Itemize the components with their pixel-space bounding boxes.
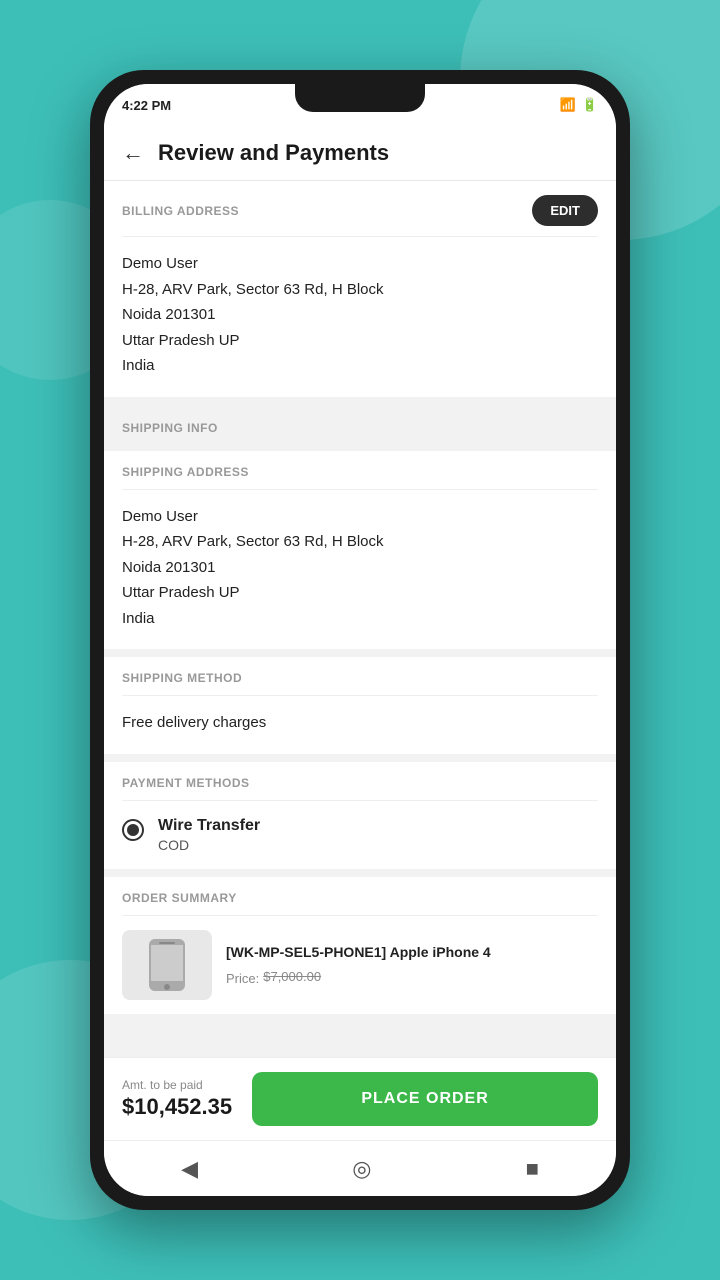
shipping-address-section: SHIPPING ADDRESS Demo User H-28, ARV Par… — [104, 451, 616, 650]
nav-bar: ◀ ◎ ■ — [104, 1140, 616, 1196]
shipping-info-section: SHIPPING INFO — [104, 405, 616, 451]
payment-section-header: PAYMENT METHODS — [104, 762, 616, 800]
shipping-address1: H-28, ARV Park, Sector 63 Rd, H Block — [122, 529, 598, 555]
product-row: [WK-MP-SEL5-PHONE1] Apple iPhone 4 Price… — [104, 916, 616, 1014]
shipping-address2: Noida 201301 — [122, 555, 598, 581]
product-price-label: Price: — [226, 971, 259, 986]
billing-section-header: BILLING ADDRESS EDIT — [104, 181, 616, 236]
payment-name: Wire Transfer — [158, 817, 260, 835]
amt-label: Amt. to be paid — [122, 1078, 232, 1092]
shipping-country: India — [122, 606, 598, 632]
status-icons: 📶 🔋 — [560, 97, 598, 113]
shipping-section-header: SHIPPING ADDRESS — [104, 451, 616, 489]
shipping-method-value-block: Free delivery charges — [104, 696, 616, 754]
nav-home-icon[interactable]: ◎ — [352, 1156, 371, 1182]
product-phone-icon — [137, 935, 197, 995]
billing-address1: H-28, ARV Park, Sector 63 Rd, H Block — [122, 277, 598, 303]
shipping-address-label: SHIPPING ADDRESS — [122, 465, 249, 479]
battery-icon: 🔋 — [582, 97, 598, 113]
payment-methods-section: PAYMENT METHODS Wire Transfer COD — [104, 762, 616, 869]
page-title: Review and Payments — [158, 140, 389, 166]
signal-icon: 📶 — [560, 97, 576, 113]
bottom-bar: Amt. to be paid $10,452.35 PLACE ORDER — [104, 1057, 616, 1140]
radio-button[interactable] — [122, 819, 144, 841]
order-summary-section: ORDER SUMMARY [WK-MP-SEL5-PHO — [104, 877, 616, 1014]
product-price-value: $7,000.00 — [263, 969, 321, 984]
shipping-info-label: SHIPPING INFO — [122, 421, 218, 435]
shipping-method-header: SHIPPING METHOD — [104, 657, 616, 695]
billing-address2: Noida 201301 — [122, 302, 598, 328]
product-details: [WK-MP-SEL5-PHONE1] Apple iPhone 4 Price… — [226, 943, 598, 986]
edit-billing-button[interactable]: EDIT — [532, 195, 598, 226]
amount-block: Amt. to be paid $10,452.35 — [122, 1078, 232, 1120]
scroll-content: BILLING ADDRESS EDIT Demo User H-28, ARV… — [104, 181, 616, 1057]
shipping-name: Demo User — [122, 504, 598, 530]
shipping-address3: Uttar Pradesh UP — [122, 580, 598, 606]
header: ← Review and Payments — [104, 126, 616, 181]
billing-address3: Uttar Pradesh UP — [122, 328, 598, 354]
payment-text: Wire Transfer COD — [158, 817, 260, 853]
payment-methods-label: PAYMENT METHODS — [122, 776, 250, 790]
payment-option-wire-transfer[interactable]: Wire Transfer COD — [104, 801, 616, 869]
shipping-address-block: Demo User H-28, ARV Park, Sector 63 Rd, … — [104, 490, 616, 650]
back-button[interactable]: ← — [122, 142, 144, 164]
radio-selected — [127, 824, 139, 836]
order-summary-header: ORDER SUMMARY — [104, 877, 616, 915]
product-image — [122, 930, 212, 1000]
shipping-method-section: SHIPPING METHOD Free delivery charges — [104, 657, 616, 754]
billing-address-label: BILLING ADDRESS — [122, 204, 239, 218]
billing-address-section: BILLING ADDRESS EDIT Demo User H-28, ARV… — [104, 181, 616, 397]
nav-back-icon[interactable]: ◀ — [181, 1156, 198, 1182]
status-time: 4:22 PM — [122, 98, 171, 113]
shipping-method-label: SHIPPING METHOD — [122, 671, 242, 685]
order-summary-label: ORDER SUMMARY — [122, 891, 237, 905]
nav-recent-icon[interactable]: ■ — [526, 1156, 539, 1182]
billing-country: India — [122, 353, 598, 379]
place-order-button[interactable]: PLACE ORDER — [252, 1072, 598, 1126]
shipping-method-value: Free delivery charges — [122, 710, 598, 736]
amt-value: $10,452.35 — [122, 1094, 232, 1120]
billing-address-block: Demo User H-28, ARV Park, Sector 63 Rd, … — [104, 237, 616, 397]
product-name: [WK-MP-SEL5-PHONE1] Apple iPhone 4 — [226, 943, 598, 963]
billing-name: Demo User — [122, 251, 598, 277]
payment-sub: COD — [158, 837, 260, 853]
